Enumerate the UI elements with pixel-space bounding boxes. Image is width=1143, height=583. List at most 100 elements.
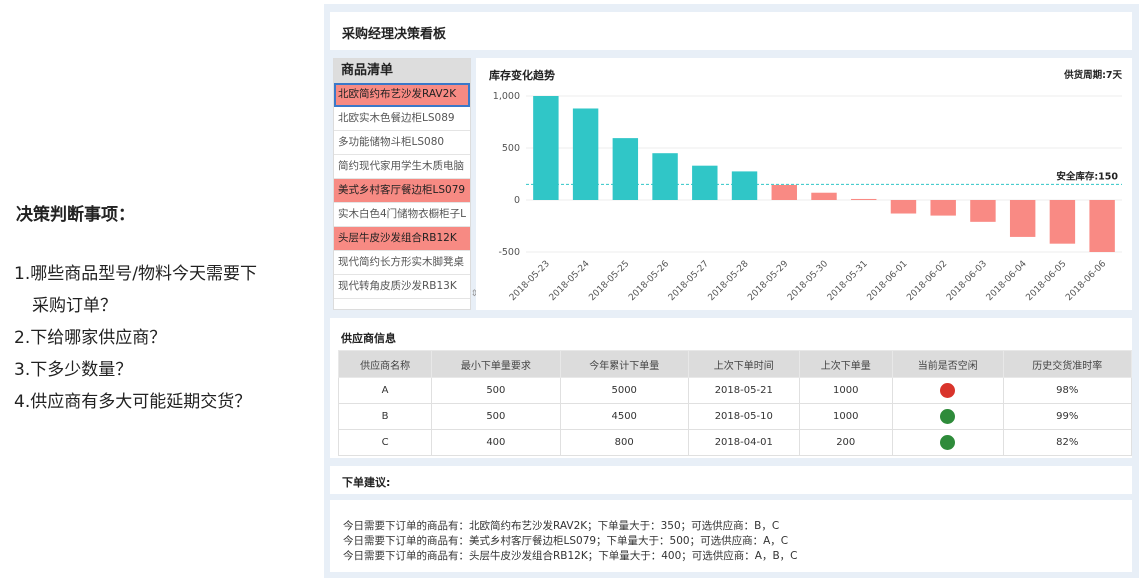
supplier-column-header: 上次下单量 (798, 350, 893, 378)
inventory-bar (851, 198, 877, 200)
supplier-cell: 500 (431, 403, 561, 430)
suggestion-title: 下单建议: (342, 476, 391, 489)
inventory-bar (890, 200, 917, 214)
decision-list: 1.哪些商品型号/物料今天需要下 采购订单？ 2.下给哪家供应商？ 3.下多少数… (14, 258, 257, 418)
x-tick-label: 2018-06-04 (985, 259, 1029, 303)
x-tick-label: 2018-05-29 (746, 259, 790, 303)
inventory-bar (930, 200, 956, 216)
decision-item: 1.哪些商品型号/物料今天需要下 采购订单？ (14, 258, 257, 322)
x-tick-label: 2018-05-27 (667, 259, 711, 303)
inventory-bar (1009, 200, 1036, 237)
supplier-cell: 200 (798, 429, 893, 456)
x-tick-label: 2018-05-25 (587, 259, 631, 303)
supplier-row: A 500 5000 2018-05-21 1000 98% (337, 377, 1133, 404)
supplier-cell: 82% (1002, 429, 1133, 456)
x-tick-label: 2018-05-23 (508, 259, 552, 303)
inventory-bar (572, 108, 599, 200)
supplier-cell: 4500 (559, 403, 689, 430)
decision-item: 3.下多少数量？ (14, 360, 133, 380)
product-list-item[interactable]: 实木白色4门储物衣橱柜子L (334, 203, 470, 227)
supplier-column-header: 最小下单量要求 (431, 350, 561, 378)
product-list-item[interactable]: 多功能储物斗柜LS080 (334, 131, 470, 155)
y-tick-label: 500 (502, 143, 520, 154)
supplier-status-cell (891, 377, 1004, 404)
product-list: 商品清单 北欧简约布艺沙发RAV2K 北欧实木色餐边柜LS089 多功能储物斗柜LS… (333, 58, 478, 310)
inventory-bar (1089, 200, 1115, 252)
status-indicator-icon (940, 435, 956, 450)
x-tick-label: 2018-06-02 (905, 259, 949, 303)
inventory-bar (1049, 200, 1076, 244)
supplier-panel: 供应商信息 供应商名称 最小下单量要求 今年累计下单量 上次下单时间 上次下单量 当前是否… (330, 318, 1133, 458)
supplier-cell: 2018-05-10 (687, 403, 800, 430)
supplier-column-header: 当前是否空闲 (891, 350, 1004, 378)
suggestion-line: 今日需要下订单的商品有：头层牛皮沙发组合RB12K；下单量大于：400；可选供应… (343, 550, 798, 562)
supplier-cell: 2018-04-01 (687, 429, 800, 456)
product-list-header: 商品清单 (334, 59, 470, 83)
suggestion-body: 今日需要下订单的商品有：北欧简约布艺沙发RAV2K；下单量大于：350；可选供应… (330, 500, 1132, 572)
supplier-table: 供应商名称 最小下单量要求 今年累计下单量 上次下单时间 上次下单量 当前是否空闲 历史交货… (337, 350, 1133, 456)
supplier-cell: 500 (431, 377, 561, 404)
inventory-bar-chart: -50005001,0002018-05-232018-05-242018-05… (493, 91, 1122, 303)
supplier-row: B 500 4500 2018-05-10 1000 99% (337, 403, 1133, 430)
supplier-cell: 1000 (798, 377, 893, 404)
product-list-item[interactable]: 头层牛皮沙发组合RB12K (334, 227, 470, 251)
status-indicator-icon (940, 383, 956, 398)
suggestion-line: 今日需要下订单的商品有：北欧简约布艺沙发RAV2K；下单量大于：350；可选供应… (343, 520, 780, 532)
dashboard-title: 采购经理决策看板 (342, 27, 447, 42)
supplier-row: C 400 800 2018-04-01 200 82% (337, 429, 1133, 456)
decision-item-text-continued: 采购订单？ (32, 296, 117, 316)
supplier-cell: 800 (559, 429, 689, 456)
inventory-bar (811, 192, 837, 200)
inventory-bar (692, 165, 718, 200)
supplier-cell: 5000 (559, 377, 689, 404)
product-list-item[interactable]: 简约现代家用学生木质电脑 (334, 155, 470, 179)
decision-item: 2.下给哪家供应商？ (14, 328, 167, 348)
inventory-chart-panel: 库存变化趋势 供货周期:7天 -500 0 500 1,000 2018-05-23 20… (476, 58, 1132, 310)
inventory-bar (612, 138, 639, 200)
supplier-cell: A (337, 377, 433, 404)
dashboard: 采购经理决策看板 商品清单 北欧简约布艺沙发RAV2K 北欧实木色餐边柜LS089… (324, 4, 1139, 578)
supplier-status-cell (891, 403, 1004, 430)
suggestion-header: 下单建议: (330, 466, 1132, 494)
supplier-cell: 99% (1002, 403, 1133, 430)
decision-item-text: 1.哪些商品型号/物料今天需要下 (14, 264, 257, 284)
y-tick-label: -500 (498, 247, 520, 258)
inventory-bar (731, 171, 758, 200)
product-list-item[interactable]: 现代转角皮质沙发RB13K (334, 275, 470, 299)
x-tick-label: 2018-05-28 (707, 259, 751, 303)
x-tick-label: 2018-05-26 (627, 259, 671, 303)
supplier-cell: 2018-05-21 (687, 377, 800, 404)
decision-panel: 决策判断事项： 1.哪些商品型号/物料今天需要下 采购订单？ 2.下给哪家供应商… (0, 0, 320, 583)
x-tick-label: 2018-05-30 (786, 259, 830, 303)
supplier-title: 供应商信息 (341, 332, 396, 345)
decision-heading: 决策判断事项： (16, 205, 135, 225)
product-list-item[interactable]: 美式乡村客厅餐边柜LS079 (334, 179, 470, 203)
x-tick-label: 2018-05-31 (826, 259, 870, 303)
supplier-column-header: 历史交货准时率 (1002, 350, 1133, 378)
safety-stock-label: 安全库存:150 (1056, 170, 1118, 182)
supplier-cell: 98% (1002, 377, 1133, 404)
product-list-item[interactable]: 北欧实木色餐边柜LS089 (334, 107, 470, 131)
inventory-bar (970, 200, 996, 222)
decision-item: 4.供应商有多大可能延期交货？ (14, 392, 252, 412)
x-tick-label: 2018-06-05 (1024, 259, 1068, 303)
suggestion-line: 今日需要下订单的商品有：美式乡村客厅餐边柜LS079；下单量大于：500；可选供… (343, 535, 789, 547)
supplier-cell: 400 (431, 429, 561, 456)
inventory-bar (652, 153, 678, 200)
y-tick-label: 1,000 (493, 91, 520, 102)
supplier-cell: 1000 (798, 403, 893, 430)
product-list-item[interactable]: 北欧简约布艺沙发RAV2K (334, 83, 470, 107)
inventory-bar (771, 184, 797, 200)
supplier-column-header: 上次下单时间 (687, 350, 800, 378)
supplier-column-header: 供应商名称 (337, 350, 433, 378)
supplier-status-cell (891, 429, 1004, 456)
x-tick-label: 2018-06-06 (1064, 259, 1108, 303)
status-indicator-icon (940, 409, 956, 424)
y-tick-label: 0 (514, 195, 520, 206)
x-tick-label: 2018-06-01 (866, 259, 910, 303)
x-tick-label: 2018-06-03 (945, 259, 989, 303)
x-tick-label: 2018-05-24 (548, 259, 592, 303)
supplier-column-header: 今年累计下单量 (559, 350, 689, 378)
product-list-item[interactable]: 现代简约长方形实木脚凳桌 (334, 251, 470, 275)
supplier-cell: C (337, 429, 433, 456)
